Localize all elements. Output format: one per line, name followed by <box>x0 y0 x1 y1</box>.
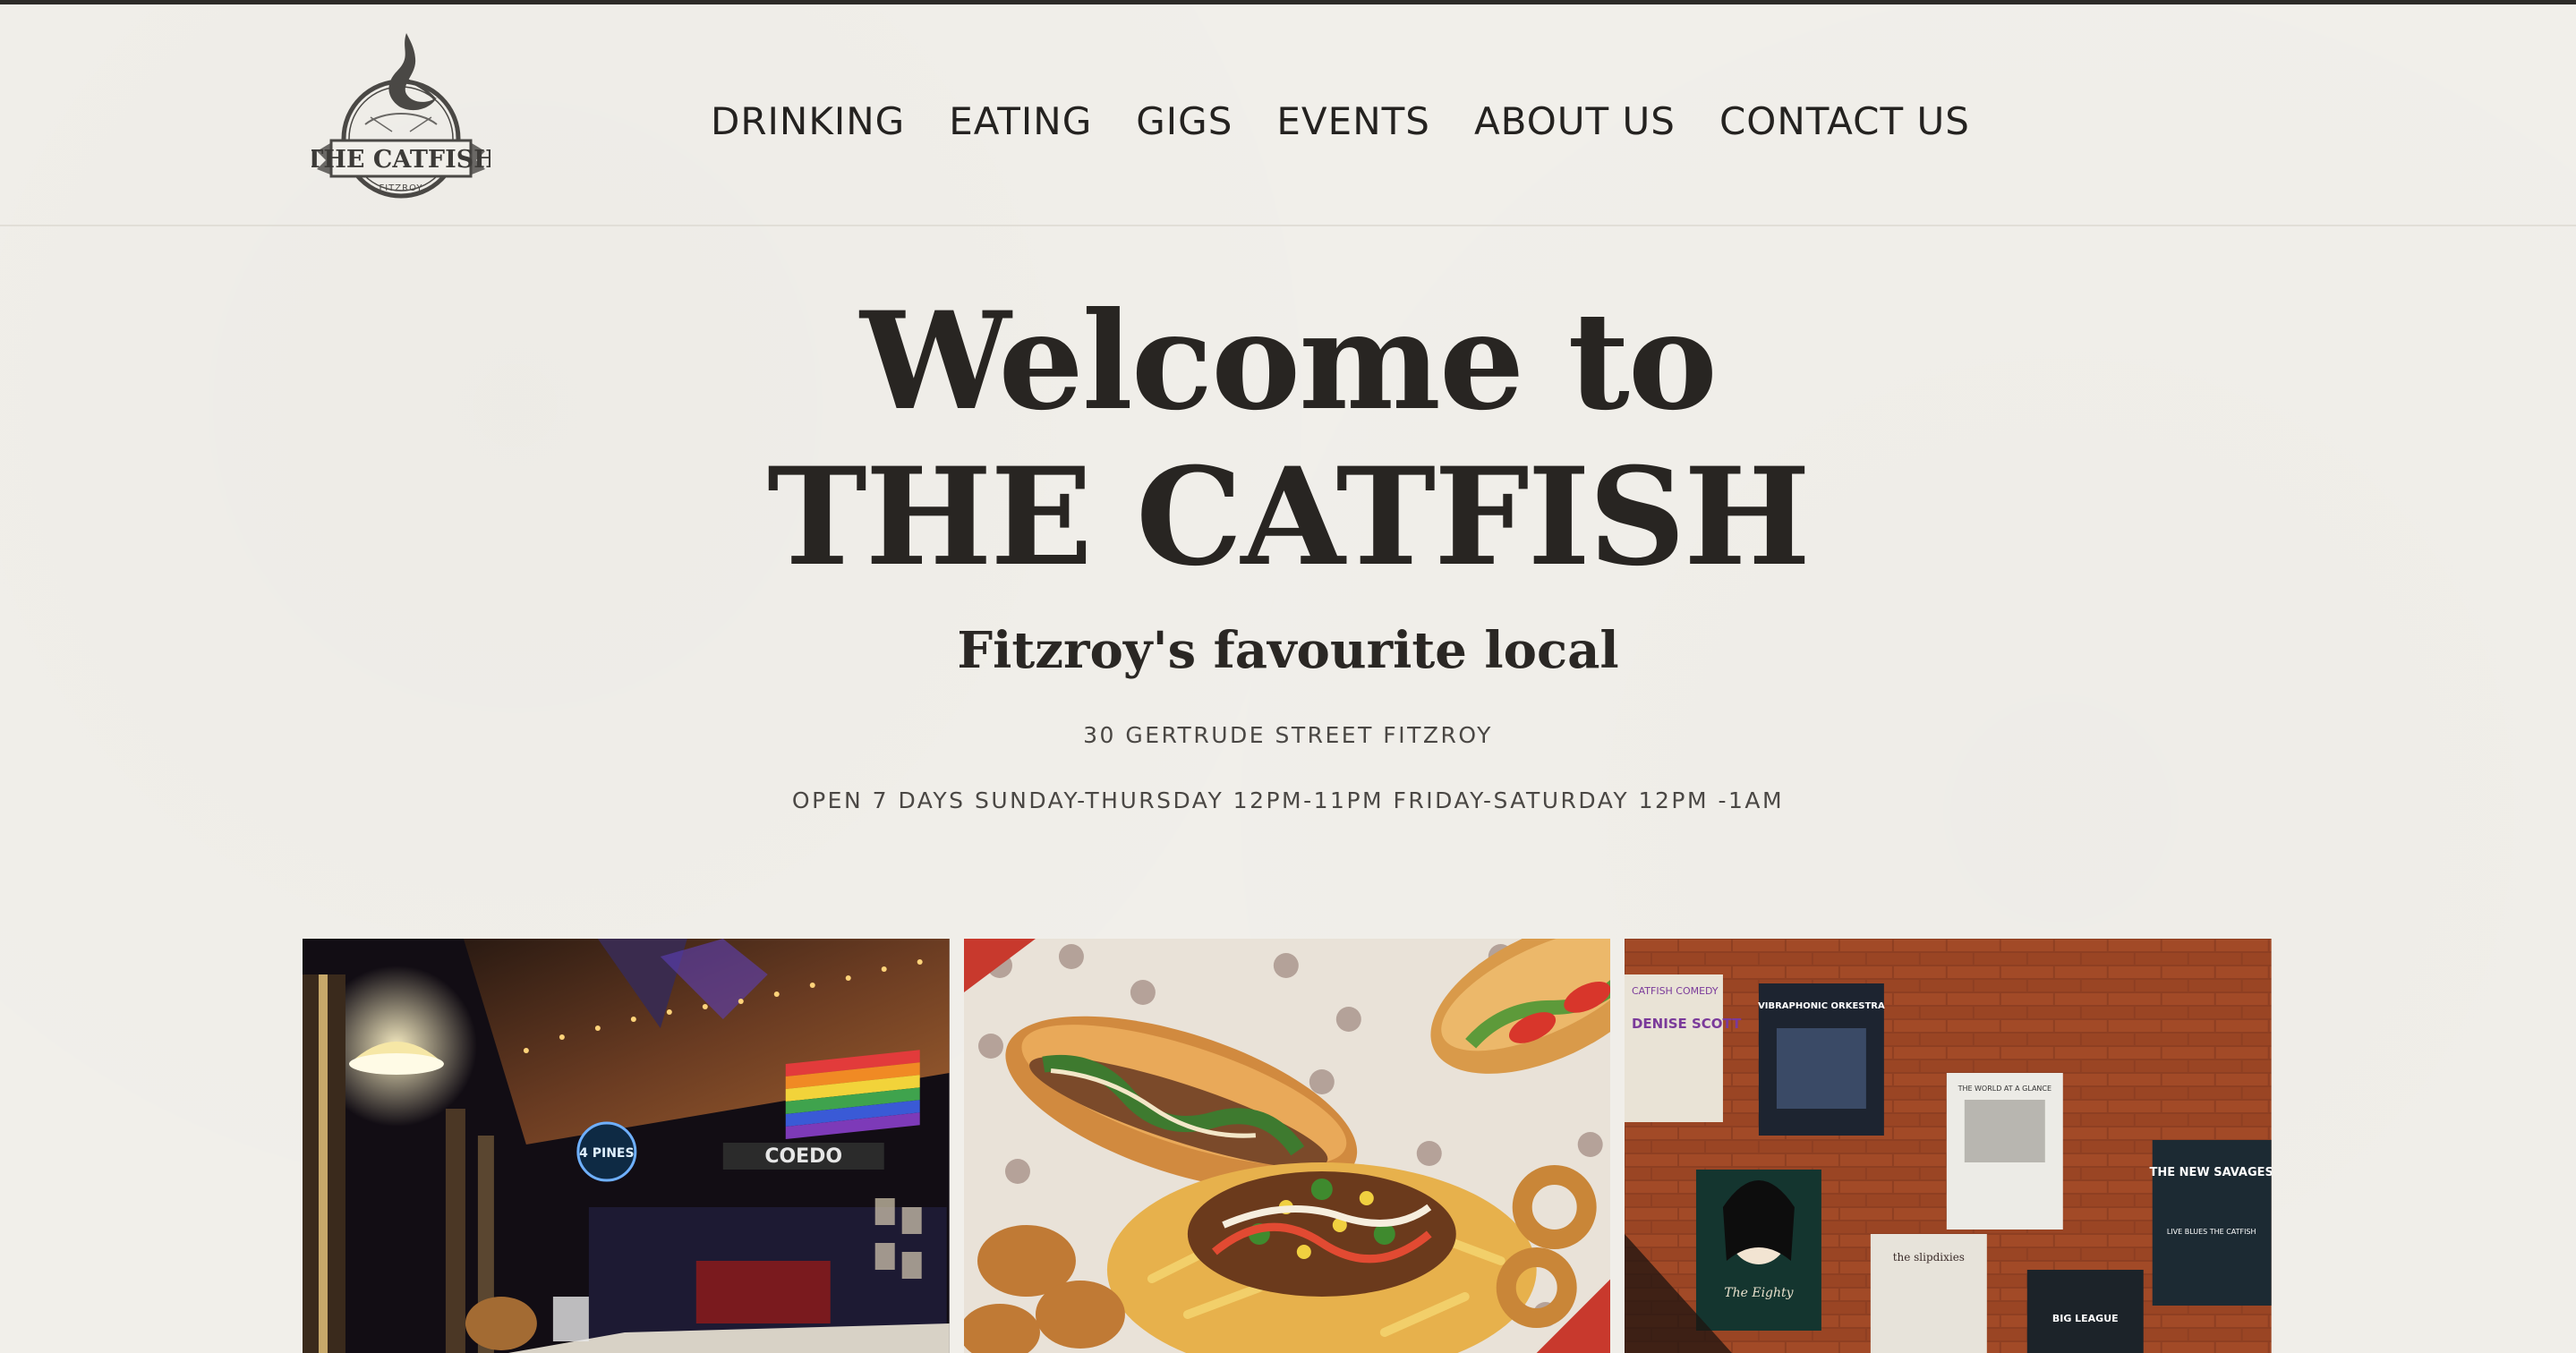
food-image <box>963 939 1611 1353</box>
poster-world-at-a-glance: THE WORLD AT A GLANCE <box>1958 1085 2051 1093</box>
food-photo[interactable] <box>963 939 1611 1353</box>
nav-gigs[interactable]: GIGS <box>1136 99 1233 143</box>
hero-title-line2: THE CATFISH <box>767 438 1811 596</box>
nav-about-us[interactable]: ABOUT US <box>1474 99 1676 143</box>
hero-hours: OPEN 7 DAYS SUNDAY-THURSDAY 12PM-11PM FR… <box>791 787 1785 813</box>
poster-catfish-comedy: CATFISH COMEDY <box>1632 985 1719 997</box>
hero-title: Welcome to THE CATFISH <box>0 284 2576 595</box>
bar-interior-photo[interactable]: 4 PINES COEDO <box>303 939 950 1353</box>
page: THE CATFISH FITZROY DRINKING EATING GIGS… <box>0 0 2576 1353</box>
hero-subtitle: Fitzroy's favourite local <box>957 621 1619 680</box>
main-nav: DRINKING EATING GIGS EVENTS ABOUT US CON… <box>711 90 1970 151</box>
poster-the-eighty: The Eighty <box>1725 1286 1795 1300</box>
bar-interior-image: 4 PINES COEDO <box>303 939 950 1353</box>
sign-coedo: COEDO <box>764 1145 842 1168</box>
poster-vibraphonic: VIBRAPHONIC ORKESTRA <box>1758 1001 1885 1011</box>
nav-eating[interactable]: EATING <box>949 99 1092 143</box>
photo-gallery: 4 PINES COEDO CATFISH COMEDY DENISE SCOT… <box>303 939 2273 1353</box>
poster-new-savages: THE NEW SAVAGES <box>2150 1166 2272 1179</box>
poster-denise-scott: DENISE SCOTT <box>1632 1016 1742 1032</box>
posters-wall-photo[interactable]: CATFISH COMEDY DENISE SCOTT VIBRAPHONIC … <box>1625 939 2273 1353</box>
catfish-logo[interactable]: THE CATFISH FITZROY <box>305 24 497 203</box>
poster-live-blues: LIVE BLUES THE CATFISH <box>2167 1228 2256 1236</box>
posters-wall-image: CATFISH COMEDY DENISE SCOTT VIBRAPHONIC … <box>1625 939 2273 1353</box>
logo-subtext: FITZROY <box>379 183 422 193</box>
hero: Welcome to THE CATFISH Fitzroy's favouri… <box>0 226 2576 813</box>
hero-address: 30 GERTRUDE STREET FITZROY <box>1083 722 1493 748</box>
poster-slipdixies: the slipdixies <box>1893 1251 1965 1264</box>
nav-drinking[interactable]: DRINKING <box>711 99 905 143</box>
site-header: THE CATFISH FITZROY DRINKING EATING GIGS… <box>0 4 2576 226</box>
logo-text: THE CATFISH <box>311 146 490 174</box>
nav-contact-us[interactable]: CONTACT US <box>1719 99 1970 143</box>
nav-events[interactable]: EVENTS <box>1276 99 1430 143</box>
hero-title-line1: Welcome to <box>860 283 1718 440</box>
catfish-logo-icon: THE CATFISH FITZROY <box>305 33 497 199</box>
poster-big-league: BIG LEAGUE <box>2052 1313 2119 1324</box>
sign-4-pines: 4 PINES <box>579 1146 634 1161</box>
